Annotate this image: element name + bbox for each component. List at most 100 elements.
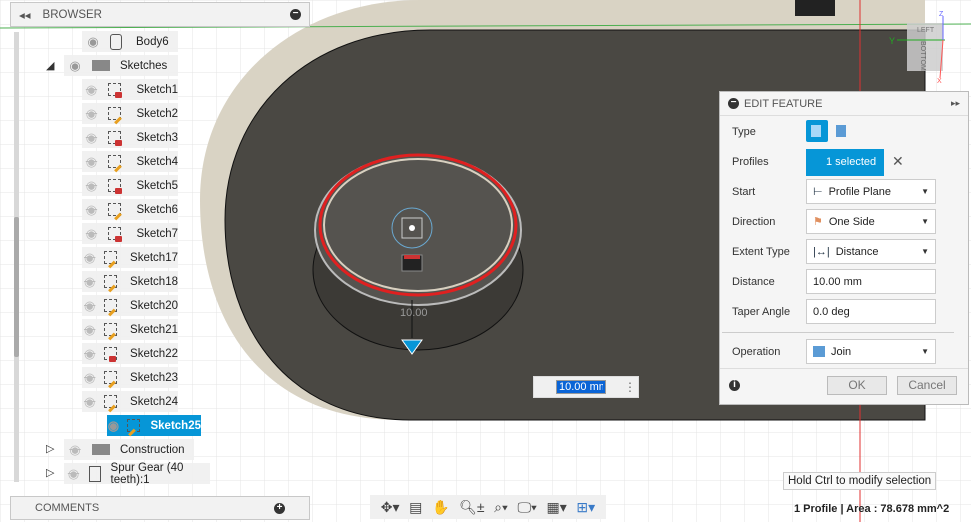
panel-title: EDIT FEATURE (744, 97, 823, 110)
sketch-pencil-icon (107, 202, 123, 220)
extent-type-dropdown[interactable]: |↔| Distance ▼ (806, 239, 936, 264)
ok-button[interactable]: OK (827, 376, 887, 395)
tree-item-sketch[interactable]: ◉ Sketch1 (82, 79, 178, 100)
eye-hidden-icon[interactable]: ◉ (82, 178, 101, 194)
viewports-icon[interactable]: ⊞▾ (576, 499, 595, 516)
viewcube-left[interactable]: LEFT (917, 27, 935, 34)
tree-item-sketch[interactable]: ◉ Sketch23 (82, 367, 178, 388)
tree-item-sketches[interactable]: ◉ Sketches (64, 55, 178, 76)
sketch-pencil-icon (103, 394, 118, 412)
tree-item-sketch[interactable]: ◉ Sketch2 (82, 103, 178, 124)
eye-icon[interactable]: ◉ (82, 34, 104, 50)
sketch-lock-icon (107, 82, 123, 98)
expand-triangle-icon[interactable]: ▷ (46, 466, 58, 479)
browser-scrollbar[interactable] (14, 32, 19, 482)
info-icon[interactable]: i (729, 380, 740, 391)
eye-hidden-icon[interactable]: ◉ (82, 274, 97, 290)
status-text: 1 Profile | Area : 78.678 mm^2 (794, 503, 950, 515)
sketch-pencil-icon (103, 274, 118, 292)
operation-dropdown[interactable]: Join ▼ (806, 339, 936, 364)
type-solid-button[interactable] (806, 120, 828, 142)
eye-hidden-icon[interactable]: ◉ (82, 322, 97, 338)
tree-item-sketch[interactable]: ◉ Sketch20 (82, 295, 178, 316)
comments-title: COMMENTS (35, 502, 100, 514)
comments-panel[interactable]: COMMENTS + (10, 496, 310, 520)
selection-hint: Hold Ctrl to modify selection (783, 472, 937, 490)
sketch-pencil-icon (103, 370, 118, 388)
profiles-select-button[interactable]: 1 selected (806, 149, 884, 176)
eye-icon[interactable]: ◉ (107, 418, 120, 434)
navigation-toolbar: ✥▾ ▤ ✋ 🔍︎± ⌕▾ 🖵▾ ▦▾ ⊞▾ (370, 495, 606, 519)
collapse-icon[interactable]: ◂◂ (19, 8, 31, 22)
fit-icon[interactable]: ⌕▾ (494, 499, 508, 516)
body-icon (110, 33, 122, 50)
tree-item-sketch[interactable]: ◉ Sketch22 (82, 343, 178, 364)
grid-icon[interactable]: ▦▾ (546, 499, 566, 516)
start-label: Start (732, 186, 756, 198)
eye-hidden-icon[interactable]: ◉ (64, 442, 86, 458)
type-thin-button[interactable] (836, 125, 846, 137)
tree-item-spur-gear[interactable]: ◉ Spur Gear (40 teeth):1 (64, 462, 210, 486)
axis-x: X (937, 78, 942, 85)
expand-icon[interactable]: ▸▸ (951, 98, 960, 109)
pan-icon[interactable]: ✋ (432, 499, 449, 516)
clear-selection-icon[interactable]: ✕ (892, 153, 904, 170)
distance-input[interactable]: 10.00 mm (806, 269, 936, 294)
eye-hidden-icon[interactable]: ◉ (82, 370, 97, 386)
sketch-lock-icon (103, 346, 118, 362)
tree-item-sketch[interactable]: ◉ Sketch6 (82, 199, 178, 220)
tree-item-sketch[interactable]: ◉ Sketch4 (82, 151, 178, 172)
axis-y: Y (889, 36, 895, 46)
tree-item-sketch[interactable]: ◉ Sketch7 (82, 223, 178, 244)
type-label: Type (732, 126, 756, 138)
expand-triangle-icon[interactable]: ▷ (46, 442, 58, 455)
look-at-icon[interactable]: ▤ (409, 499, 422, 516)
tree-item-construction[interactable]: ◉ Construction (64, 439, 194, 460)
eye-hidden-icon[interactable]: ◉ (82, 202, 101, 218)
component-icon (89, 465, 101, 482)
collapse-triangle-icon[interactable]: ◢ (46, 59, 58, 72)
distance-manipulator-input[interactable] (556, 380, 606, 394)
zoom-icon[interactable]: 🔍︎± (459, 499, 484, 516)
tree-item-sketch[interactable]: ◉ Sketch5 (82, 175, 178, 196)
folder-icon (92, 60, 110, 71)
minimize-icon[interactable]: − (728, 98, 739, 109)
minimize-icon[interactable]: − (290, 9, 301, 20)
sketch-lock-icon (107, 226, 123, 242)
eye-hidden-icon[interactable]: ◉ (82, 154, 101, 170)
browser-title: BROWSER (42, 8, 102, 21)
eye-hidden-icon[interactable]: ◉ (82, 82, 101, 98)
eye-hidden-icon[interactable]: ◉ (82, 130, 101, 146)
sketch-pencil-icon (126, 418, 140, 436)
add-comment-icon[interactable]: + (274, 502, 285, 514)
cancel-button[interactable]: Cancel (897, 376, 957, 395)
tree-item-sketch[interactable]: ◉ Sketch17 (82, 247, 178, 268)
tree-item-sketch[interactable]: ◉ Sketch24 (82, 391, 178, 412)
eye-hidden-icon[interactable]: ◉ (82, 106, 101, 122)
eye-hidden-icon[interactable]: ◉ (64, 466, 83, 482)
tree-item-sketch[interactable]: ◉ Sketch21 (82, 319, 178, 340)
orbit-icon[interactable]: ✥▾ (381, 499, 400, 516)
start-dropdown[interactable]: ⊢ Profile Plane ▼ (806, 179, 936, 204)
eye-hidden-icon[interactable]: ◉ (82, 226, 101, 242)
viewcube-bottom[interactable]: BOTTOM (919, 41, 926, 71)
tree-item-sketch[interactable]: ◉ Sketch25 (107, 415, 201, 436)
taper-angle-input[interactable]: 0.0 deg (806, 299, 936, 324)
eye-icon[interactable]: ◉ (64, 58, 86, 74)
sketch-pencil-icon (103, 250, 118, 268)
direction-dropdown[interactable]: ⚑ One Side ▼ (806, 209, 936, 234)
eye-hidden-icon[interactable]: ◉ (82, 394, 97, 410)
tree-item-sketch[interactable]: ◉ Sketch18 (82, 271, 178, 292)
sketch-lock-icon (107, 178, 123, 194)
distance-input-box: ⋮ (533, 376, 639, 398)
folder-icon (92, 444, 110, 455)
eye-hidden-icon[interactable]: ◉ (82, 346, 97, 362)
tree-item-sketch[interactable]: ◉ Sketch3 (82, 127, 178, 148)
eye-hidden-icon[interactable]: ◉ (82, 250, 97, 266)
display-settings-icon[interactable]: 🖵▾ (517, 499, 536, 516)
eye-hidden-icon[interactable]: ◉ (82, 298, 97, 314)
more-icon[interactable]: ⋮ (624, 380, 636, 394)
extent-type-label: Extent Type (732, 246, 790, 258)
browser-header: ◂◂ BROWSER − (10, 2, 310, 27)
tree-item-body6[interactable]: ◉ Body6 (82, 31, 178, 52)
